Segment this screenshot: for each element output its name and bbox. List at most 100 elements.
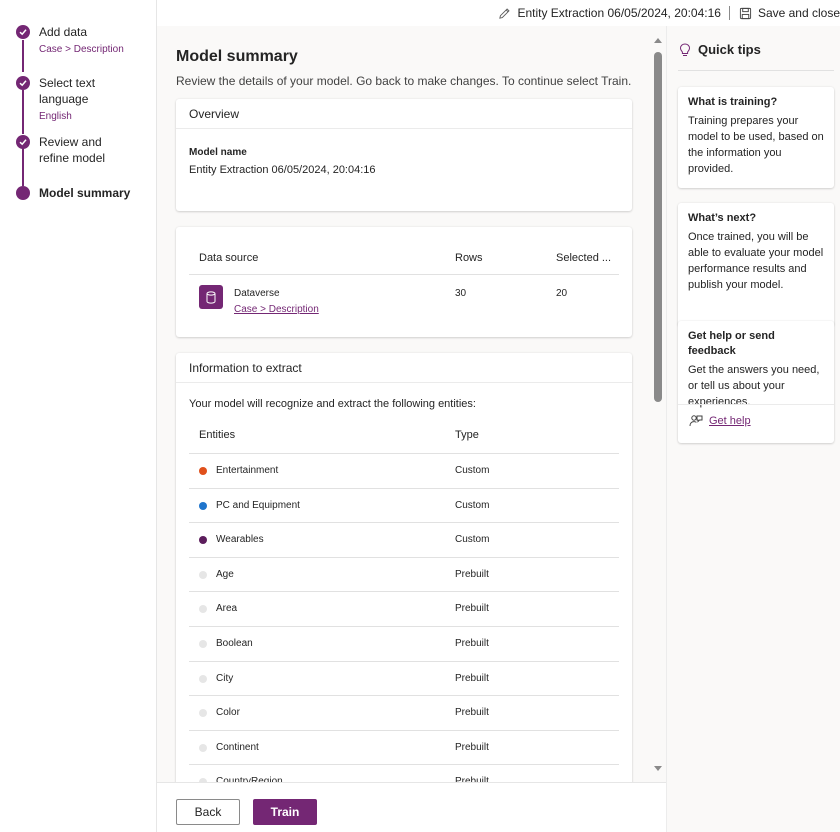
entity-name: City: [216, 672, 234, 684]
back-button[interactable]: Back: [176, 799, 240, 825]
datasource-card: Data source Rows Selected ... Dataverse …: [176, 227, 632, 337]
entity-name: PC and Equipment: [216, 499, 300, 511]
tip-body: Once trained, you will be able to evalua…: [688, 231, 824, 291]
model-name-label: Model name: [189, 147, 247, 158]
save-icon: [739, 7, 752, 19]
step-subtitle: Case > Description: [39, 44, 124, 55]
main-content: Model summary Review the details of your…: [157, 26, 666, 782]
check-icon: [16, 135, 30, 149]
page-title: Model summary: [176, 48, 298, 65]
extract-card: Information to extract Your model will r…: [176, 353, 632, 782]
step-title: Select text language: [39, 76, 96, 106]
entity-type: Prebuilt: [455, 672, 489, 684]
model-title: Entity Extraction 06/05/2024, 20:04:16: [517, 6, 721, 20]
entity-row: Boolean Prebuilt: [189, 627, 619, 662]
column-header: Rows: [455, 252, 483, 264]
step-subtitle: English: [39, 111, 72, 122]
quick-tips-title: Quick tips: [698, 42, 761, 57]
card-header: Information to extract: [176, 353, 632, 383]
scroll-up-arrow[interactable]: [654, 38, 662, 43]
tip-title: What’s next?: [688, 212, 757, 224]
save-and-close-button[interactable]: Save and close: [739, 6, 840, 20]
column-header: Selected ...: [556, 252, 612, 264]
entity-color-dot: [199, 640, 207, 648]
divider: [678, 70, 834, 71]
datasource-name: Dataverse: [234, 288, 280, 299]
entity-row: Continent Prebuilt: [189, 731, 619, 766]
train-button[interactable]: Train: [253, 799, 317, 825]
entity-name: Area: [216, 603, 238, 615]
entity-type: Prebuilt: [455, 638, 489, 649]
footer-bar: Back Train: [157, 782, 666, 832]
entity-type: Custom: [455, 499, 490, 511]
entity-name: Color: [216, 707, 240, 719]
entity-row: Color Prebuilt: [189, 696, 619, 731]
tip-body: Training prepares your model to be used,…: [688, 115, 824, 175]
entity-row: Entertainment Custom: [189, 454, 619, 489]
entity-row: Area Prebuilt: [189, 592, 619, 627]
extract-description: Your model will recognize and extract th…: [189, 398, 476, 410]
quick-tips-header: Quick tips: [679, 42, 761, 57]
scroll-down-arrow[interactable]: [654, 766, 662, 771]
tip-card-next: What’s next? Once trained, you will be a…: [678, 203, 834, 326]
entity-name: Age: [216, 568, 234, 580]
divider: [728, 6, 730, 20]
check-icon: [16, 76, 30, 90]
entity-color-dot: [199, 501, 207, 510]
table-header-row: Data source Rows Selected ...: [189, 243, 619, 275]
entity-type: Prebuilt: [455, 707, 489, 719]
get-help-link-text[interactable]: Get help: [709, 415, 751, 427]
entity-type: Custom: [455, 465, 490, 476]
step-connector: [22, 40, 24, 72]
entity-color-dot: [199, 467, 207, 475]
entity-color-dot: [199, 743, 207, 752]
tip-body: Get the answers you need, or tell us abo…: [688, 364, 820, 408]
tip-title: Get help or send feedback: [688, 330, 775, 357]
page-description: Review the details of your model. Go bac…: [176, 74, 632, 88]
entity-color-dot: [199, 536, 207, 545]
step-title: Add data: [39, 25, 88, 39]
entity-name: Boolean: [216, 638, 253, 649]
column-header: Data source: [199, 252, 259, 264]
check-icon: [16, 25, 30, 39]
tip-card-help: Get help or send feedback Get the answer…: [678, 321, 834, 443]
tip-card-training: What is training? Training prepares your…: [678, 87, 834, 188]
entity-name: Wearables: [216, 534, 264, 546]
card-header: Overview: [176, 99, 632, 129]
lightbulb-icon: [679, 42, 691, 56]
entity-name: Entertainment: [216, 465, 279, 476]
model-name-value: Entity Extraction 06/05/2024, 20:04:16: [189, 164, 376, 176]
rows-value: 30: [455, 288, 467, 299]
entity-name: Continent: [216, 741, 259, 753]
step-connector: [22, 148, 24, 186]
get-help-link[interactable]: Get help: [689, 414, 751, 428]
scrollbar[interactable]: [651, 36, 665, 776]
entity-color-dot: [199, 674, 207, 683]
top-bar: Entity Extraction 06/05/2024, 20:04:16 S…: [157, 0, 840, 26]
entity-type: Prebuilt: [455, 741, 489, 753]
scroll-thumb[interactable]: [654, 52, 662, 402]
entity-type: Prebuilt: [455, 603, 489, 615]
model-title-edit[interactable]: Entity Extraction 06/05/2024, 20:04:16: [498, 6, 721, 20]
entity-type: Custom: [455, 534, 490, 546]
entity-row: Age Prebuilt: [189, 558, 619, 593]
step-connector: [22, 90, 24, 134]
step-title: Model summary: [39, 186, 131, 200]
entity-type: Prebuilt: [455, 568, 489, 580]
datasource-link[interactable]: Case > Description: [234, 304, 319, 315]
entity-row: PC and Equipment Custom: [189, 489, 619, 524]
tip-title: What is training?: [688, 96, 778, 108]
divider: [678, 404, 834, 405]
entity-row: City Prebuilt: [189, 662, 619, 697]
column-header: Type: [455, 429, 479, 441]
entity-color-dot: [199, 570, 207, 579]
selected-value: 20: [556, 288, 568, 299]
table-header-row: Entities Type: [189, 419, 619, 454]
entity-color-dot: [199, 709, 207, 718]
column-header: Entities: [199, 429, 236, 441]
entity-color-dot: [199, 605, 207, 614]
current-step-indicator: [16, 186, 30, 200]
overview-card: Overview Model name Entity Extraction 06…: [176, 99, 632, 211]
database-icon: [199, 285, 223, 309]
step-title: Review and refine model: [39, 135, 106, 165]
